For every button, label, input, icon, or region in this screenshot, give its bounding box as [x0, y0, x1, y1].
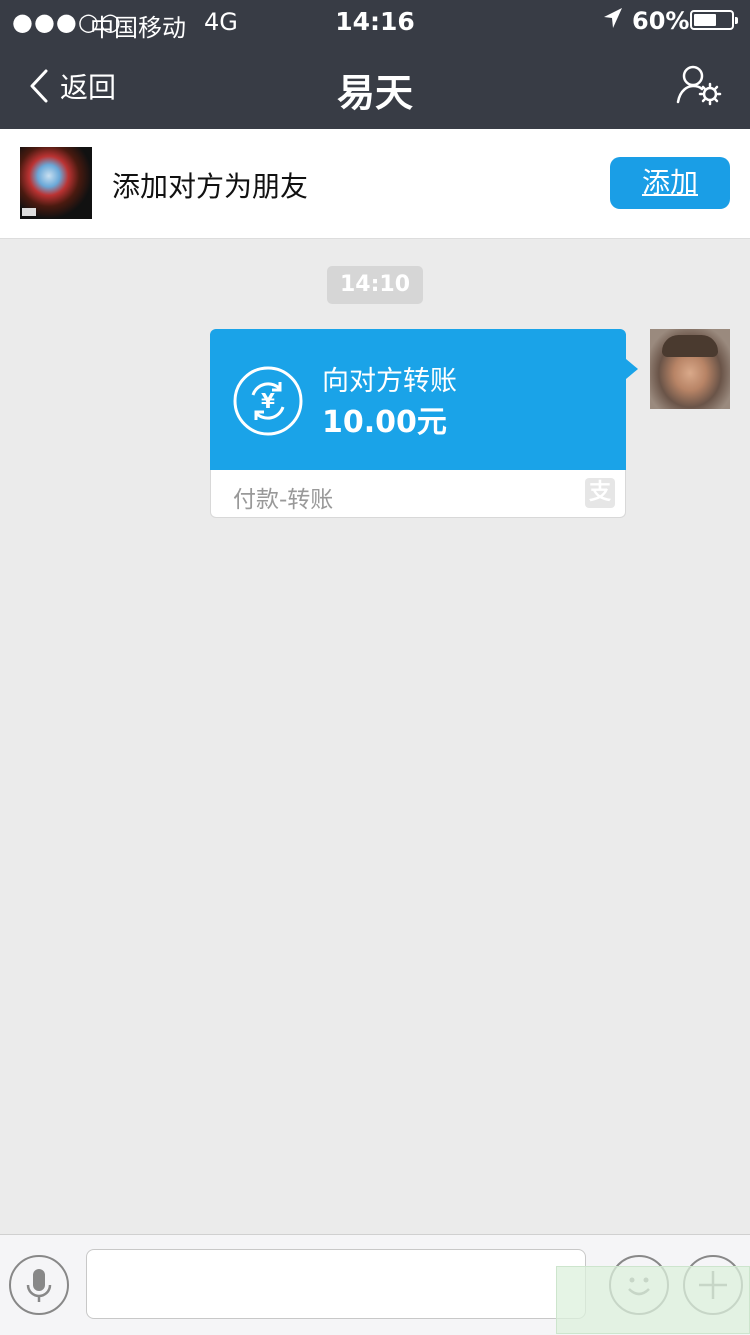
- add-friend-button[interactable]: 添加: [610, 157, 730, 209]
- battery-percent: 60%: [632, 7, 689, 35]
- add-friend-banner: 添加对方为朋友 添加: [0, 129, 750, 239]
- svg-text:¥: ¥: [261, 389, 275, 413]
- add-friend-text: 添加对方为朋友: [112, 165, 308, 205]
- alipay-logo-icon: 支: [585, 478, 615, 508]
- transfer-label: 向对方转账: [322, 359, 457, 398]
- site-watermark: [556, 1266, 750, 1334]
- bubble-pointer: [626, 359, 638, 379]
- transfer-message-card[interactable]: ¥ 向对方转账 10.00元 付款-转账 支: [210, 329, 626, 518]
- location-icon: [602, 6, 624, 38]
- transfer-amount: 10.00元: [322, 397, 447, 441]
- transfer-footer-text: 付款-转账: [233, 480, 333, 514]
- battery-fill: [694, 14, 716, 26]
- contact-avatar[interactable]: [20, 147, 92, 219]
- my-avatar[interactable]: [650, 329, 730, 409]
- chat-settings-button[interactable]: [676, 64, 722, 106]
- battery-icon: [690, 10, 734, 30]
- user-settings-icon: [676, 64, 722, 106]
- message-timestamp: 14:10: [327, 266, 423, 304]
- status-bar: ●●●○○ 中国移动 4G 14:16 60%: [0, 0, 750, 40]
- voice-input-button[interactable]: [9, 1255, 69, 1315]
- page-title: 易天: [0, 62, 750, 117]
- transfer-card-footer: 付款-转账 支: [210, 470, 626, 518]
- message-input[interactable]: [86, 1249, 586, 1319]
- navigation-bar: 返回 易天: [0, 40, 750, 129]
- microphone-icon: [11, 1257, 67, 1313]
- yuan-transfer-icon: ¥: [232, 365, 304, 437]
